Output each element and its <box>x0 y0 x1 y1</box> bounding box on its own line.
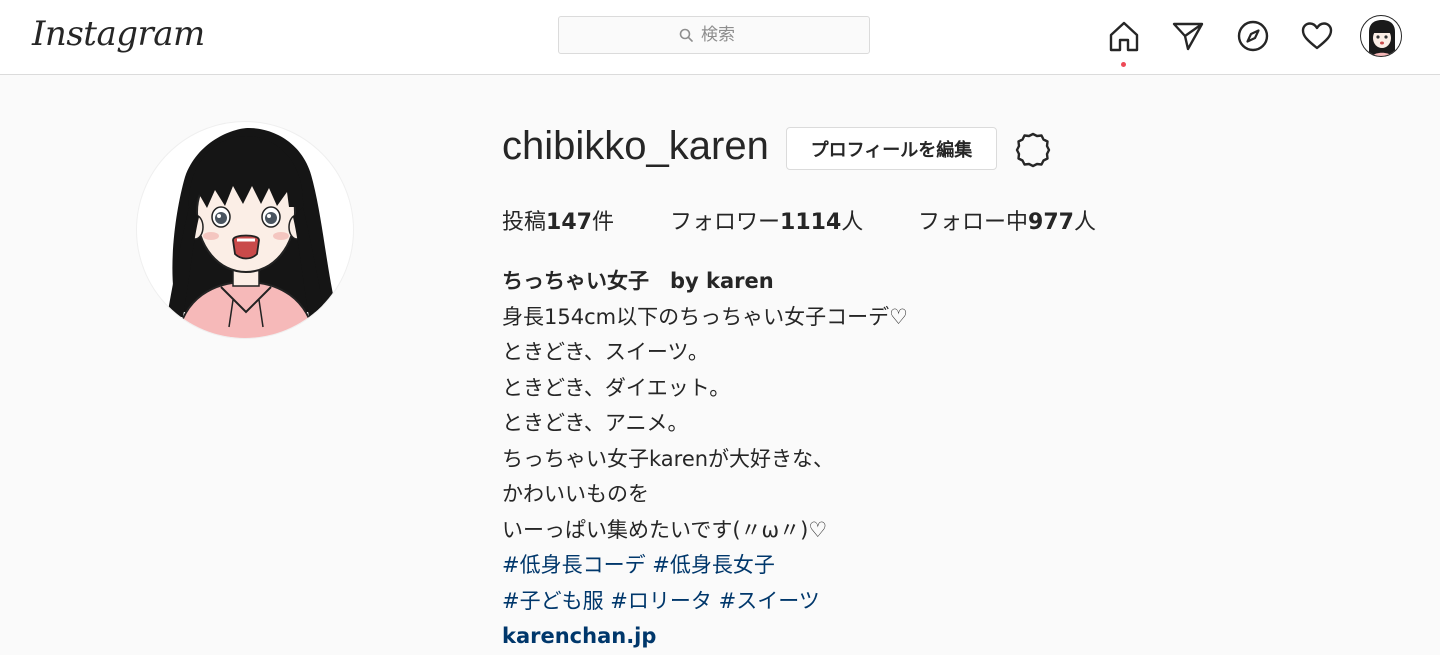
profile-menu-avatar[interactable] <box>1360 15 1402 57</box>
bio-line: ときどき、アニメ。 <box>502 411 689 435</box>
posts-label: 投稿 <box>502 210 547 235</box>
avatar-illustration-icon <box>1369 20 1395 56</box>
search-icon <box>679 28 693 42</box>
following-count: 977 <box>1028 210 1074 235</box>
bio-line: かわいいものを <box>502 482 649 506</box>
instagram-logo[interactable]: Instagram <box>32 14 205 54</box>
hashtag-link[interactable]: #ロリータ <box>610 589 712 613</box>
search-input[interactable] <box>701 25 749 45</box>
bio-line: 身長154cm以下のちっちゃい女子コーデ♡ <box>502 304 908 329</box>
activity-button[interactable] <box>1299 18 1335 54</box>
heart-icon <box>1301 22 1333 50</box>
followers-label: フォロワー <box>670 210 781 235</box>
hashtag-link[interactable]: #スイーツ <box>719 589 820 613</box>
followers-stat[interactable]: フォロワー1114人 <box>670 204 863 236</box>
profile-full-name: ちっちゃい女子 by karen <box>502 269 774 293</box>
bio-line: ちっちゃい女子karenが大好きな、 <box>502 446 835 471</box>
posts-count: 147 <box>546 210 592 235</box>
direct-messages-button[interactable] <box>1170 18 1206 54</box>
followers-unit: 人 <box>841 210 864 235</box>
top-navigation-bar: Instagram <box>0 0 1440 75</box>
posts-unit: 件 <box>591 210 614 235</box>
bio-line: ときどき、スイーツ。 <box>502 340 709 364</box>
settings-button[interactable] <box>1013 130 1053 170</box>
profile-picture[interactable] <box>136 121 354 339</box>
search-box[interactable] <box>558 16 870 54</box>
following-label: フォロー中 <box>918 210 1029 235</box>
profile-illustration-icon <box>167 128 337 338</box>
hashtag-line: #低身長コーデ #低身長女子 <box>502 548 1202 584</box>
home-button[interactable] <box>1106 18 1142 54</box>
bio-line: ときどき、ダイエット。 <box>502 375 731 400</box>
followers-count: 1114 <box>780 210 842 235</box>
home-icon <box>1109 21 1139 52</box>
bio-line: いーっぱい集めたいです(〃ω〃)♡ <box>502 517 828 542</box>
hashtag-link[interactable]: #子ども服 <box>502 589 604 613</box>
notification-dot <box>1121 62 1126 67</box>
posts-count-stat: 投稿147件 <box>502 204 614 236</box>
profile-bio: ちっちゃい女子 by karen 身長154cm以下のちっちゃい女子コーデ♡ と… <box>502 264 1202 655</box>
following-stat[interactable]: フォロー中977人 <box>918 204 1096 236</box>
paper-plane-icon <box>1172 22 1204 51</box>
hashtag-link[interactable]: #低身長コーデ <box>502 553 646 577</box>
website-link[interactable]: karenchan.jp <box>502 619 1202 655</box>
hashtag-line: #子ども服 #ロリータ #スイーツ <box>502 584 1202 620</box>
following-unit: 人 <box>1073 210 1096 235</box>
profile-username: chibikko_karen <box>502 124 769 168</box>
explore-button[interactable] <box>1235 18 1271 54</box>
edit-profile-button[interactable]: プロフィールを編集 <box>786 127 997 170</box>
gear-icon <box>1015 132 1051 168</box>
compass-icon <box>1237 20 1269 52</box>
hashtag-link[interactable]: #低身長女子 <box>652 553 775 577</box>
